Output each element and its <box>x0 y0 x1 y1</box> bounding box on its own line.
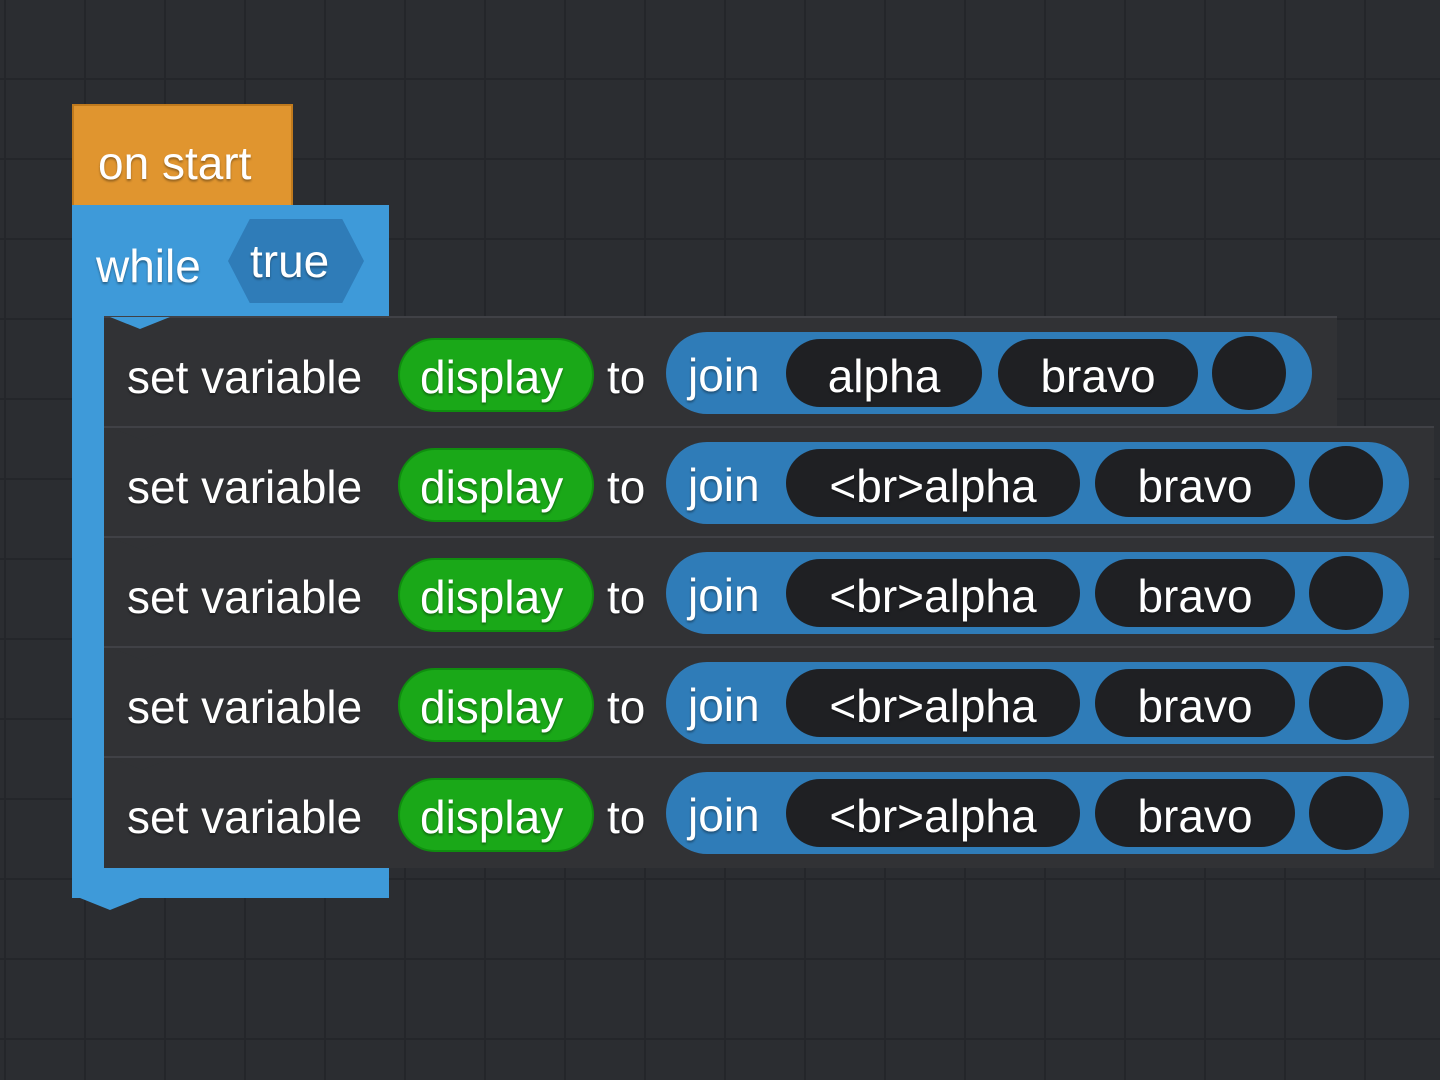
variable-dropdown[interactable]: display <box>398 448 594 522</box>
join-block[interactable]: join <br>alpha bravo <box>666 772 1409 854</box>
empty-input-slot[interactable] <box>1309 666 1383 740</box>
join-block[interactable]: join <br>alpha bravo <box>666 662 1409 744</box>
variable-name: display <box>420 461 564 513</box>
text-value: bravo <box>1040 350 1156 402</box>
to-label: to <box>607 351 646 403</box>
variable-dropdown[interactable]: display <box>398 778 594 852</box>
to-label: to <box>607 461 646 513</box>
text-value: alpha <box>827 350 941 402</box>
text-input-slot[interactable]: alpha <box>786 339 982 407</box>
text-input-slot[interactable]: bravo <box>998 339 1198 407</box>
block-connector-notch <box>112 538 172 550</box>
set-variable-block[interactable]: set variable display to join <br>alpha b… <box>104 646 1434 770</box>
block-connector-notch <box>80 898 140 910</box>
join-label: join <box>688 459 760 511</box>
text-value: bravo <box>1137 570 1253 622</box>
text-value: <br>alpha <box>829 680 1037 732</box>
text-value: <br>alpha <box>829 570 1037 622</box>
text-input-slot[interactable]: bravo <box>1095 669 1295 737</box>
to-label: to <box>607 571 646 623</box>
text-input-slot[interactable]: <br>alpha <box>786 559 1080 627</box>
text-input-slot[interactable]: <br>alpha <box>786 669 1080 737</box>
variable-name: display <box>420 791 564 843</box>
join-block[interactable]: join alpha bravo <box>666 332 1312 414</box>
while-loop-spine <box>72 315 104 871</box>
join-block[interactable]: join <br>alpha bravo <box>666 552 1409 634</box>
set-variable-label: set variable <box>127 571 363 623</box>
text-value: <br>alpha <box>829 790 1037 842</box>
set-variable-block[interactable]: set variable display to join <br>alpha b… <box>104 536 1434 660</box>
text-input-slot[interactable]: bravo <box>1095 559 1295 627</box>
set-variable-label: set variable <box>127 461 363 513</box>
on-start-block[interactable]: on start <box>72 104 293 220</box>
join-label: join <box>688 679 760 731</box>
text-value: <br>alpha <box>829 460 1037 512</box>
while-block[interactable]: while true <box>72 205 389 329</box>
set-variable-block[interactable]: set variable display to join alpha bravo <box>104 316 1337 440</box>
text-value: bravo <box>1137 790 1253 842</box>
on-start-label: on start <box>98 137 252 189</box>
while-loop-footer <box>72 868 389 910</box>
set-variable-block[interactable]: set variable display to join <br>alpha b… <box>104 756 1434 868</box>
text-value: bravo <box>1137 680 1253 732</box>
set-variable-label: set variable <box>127 351 363 403</box>
text-input-slot[interactable]: <br>alpha <box>786 449 1080 517</box>
block-connector-notch <box>112 648 172 660</box>
variable-dropdown[interactable]: display <box>398 668 594 742</box>
variable-name: display <box>420 681 564 733</box>
text-input-slot[interactable]: <br>alpha <box>786 779 1080 847</box>
to-label: to <box>607 791 646 843</box>
boolean-value: true <box>250 235 330 287</box>
empty-input-slot[interactable] <box>1309 446 1383 520</box>
join-label: join <box>688 569 760 621</box>
empty-input-slot[interactable] <box>1212 336 1286 410</box>
text-value: bravo <box>1137 460 1253 512</box>
variable-name: display <box>420 571 564 623</box>
variable-dropdown[interactable]: display <box>398 338 594 412</box>
join-block[interactable]: join <br>alpha bravo <box>666 442 1409 524</box>
block-connector-notch <box>110 317 170 329</box>
block-connector-notch <box>112 758 172 770</box>
variable-dropdown[interactable]: display <box>398 558 594 632</box>
join-label: join <box>688 789 760 841</box>
to-label: to <box>607 681 646 733</box>
text-input-slot[interactable]: bravo <box>1095 449 1295 517</box>
set-variable-label: set variable <box>127 791 363 843</box>
variable-name: display <box>420 351 564 403</box>
empty-input-slot[interactable] <box>1309 776 1383 850</box>
while-label: while <box>96 240 201 292</box>
block-connector-notch <box>112 428 172 440</box>
set-variable-block[interactable]: set variable display to join <br>alpha b… <box>104 426 1434 550</box>
while-condition-boolean[interactable]: true <box>228 219 364 303</box>
set-variable-label: set variable <box>127 681 363 733</box>
empty-input-slot[interactable] <box>1309 556 1383 630</box>
text-input-slot[interactable]: bravo <box>1095 779 1295 847</box>
join-label: join <box>688 349 760 401</box>
